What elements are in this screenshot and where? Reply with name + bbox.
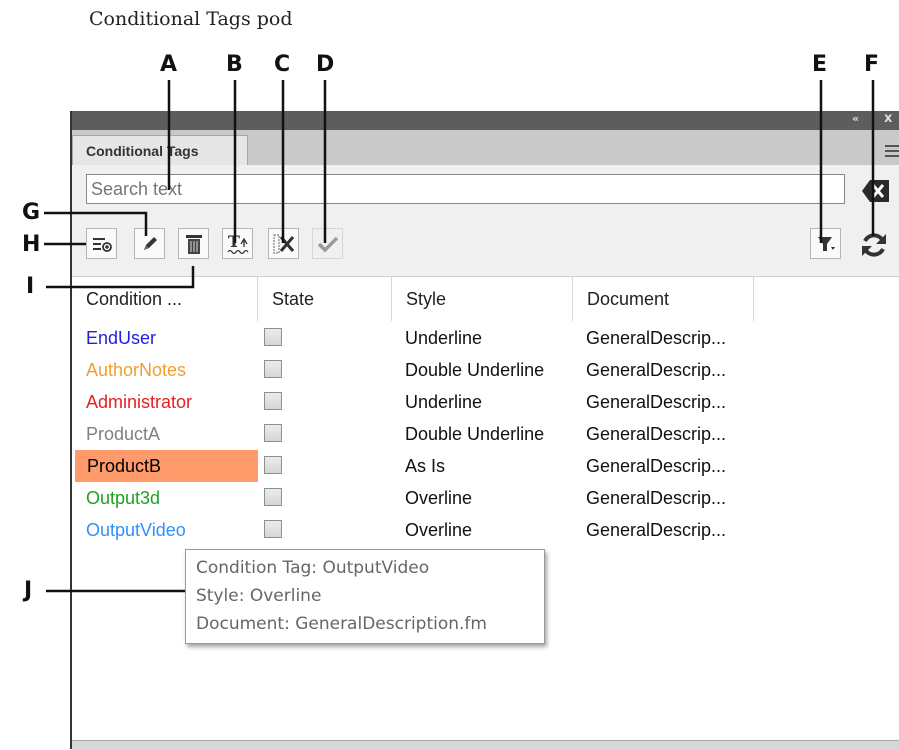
document-value: GeneralDescrip... bbox=[586, 360, 727, 380]
new-tag-button[interactable] bbox=[86, 228, 117, 259]
apply-style-icon: T bbox=[226, 232, 249, 254]
delete-tag-button[interactable] bbox=[178, 228, 209, 259]
panel-titlebar[interactable]: « x bbox=[72, 111, 899, 130]
filter-icon bbox=[817, 236, 835, 251]
column-header-state[interactable]: State bbox=[258, 277, 392, 321]
new-tag-icon bbox=[92, 237, 112, 252]
callout-j: J bbox=[24, 578, 33, 603]
document-value: GeneralDescrip... bbox=[586, 328, 727, 348]
tooltip-condition-tag: Condition Tag: OutputVideo bbox=[196, 558, 430, 578]
callout-f: F bbox=[864, 52, 880, 77]
panel-menu-icon[interactable] bbox=[885, 142, 899, 157]
state-checkbox[interactable] bbox=[264, 520, 282, 538]
condition-name[interactable]: ProductB bbox=[75, 450, 258, 482]
document-value: GeneralDescrip... bbox=[586, 392, 727, 412]
clear-search-button[interactable] bbox=[858, 177, 891, 205]
callout-h: H bbox=[22, 232, 41, 257]
condition-name[interactable]: ProductA bbox=[86, 418, 160, 450]
callout-g: G bbox=[22, 200, 41, 225]
style-value: Overline bbox=[405, 488, 473, 508]
apply-check-icon bbox=[317, 236, 338, 252]
style-value: Double Underline bbox=[405, 424, 545, 444]
tooltip-style: Style: Overline bbox=[196, 586, 322, 606]
style-value: Overline bbox=[405, 520, 473, 540]
condition-tooltip: Condition Tag: OutputVideo Style: Overli… bbox=[185, 549, 545, 644]
style-value: Underline bbox=[405, 328, 483, 348]
callout-e: E bbox=[812, 52, 828, 77]
close-panel-icon[interactable]: x bbox=[884, 111, 892, 126]
apply-style-button[interactable]: T bbox=[222, 228, 253, 259]
refresh-button[interactable] bbox=[857, 228, 890, 261]
callout-i: I bbox=[26, 274, 35, 299]
callout-b: B bbox=[226, 52, 243, 77]
condition-name[interactable]: AuthorNotes bbox=[86, 354, 186, 386]
state-checkbox[interactable] bbox=[264, 424, 282, 442]
remove-tag-button[interactable] bbox=[268, 228, 299, 259]
filter-button[interactable] bbox=[810, 228, 841, 259]
condition-name[interactable]: OutputVideo bbox=[86, 514, 186, 546]
edit-pencil-icon bbox=[143, 236, 157, 250]
collapse-panel-icon[interactable]: « bbox=[852, 112, 859, 125]
state-checkbox[interactable] bbox=[264, 488, 282, 506]
table-row-selected[interactable]: ProductB As Is GeneralDescrip... bbox=[72, 450, 899, 482]
callout-d: D bbox=[316, 52, 335, 77]
delete-trash-icon bbox=[185, 234, 202, 254]
refresh-icon bbox=[861, 232, 886, 257]
table-row[interactable]: ProductA Double Underline GeneralDescrip… bbox=[72, 418, 899, 450]
document-value: GeneralDescrip... bbox=[586, 488, 727, 508]
panel-tab-strip: Conditional Tags bbox=[72, 130, 899, 166]
state-checkbox[interactable] bbox=[264, 328, 282, 346]
condition-name[interactable]: Output3d bbox=[86, 482, 160, 514]
callout-c: C bbox=[274, 52, 291, 77]
state-checkbox[interactable] bbox=[264, 392, 282, 410]
document-value: GeneralDescrip... bbox=[586, 520, 727, 540]
state-checkbox[interactable] bbox=[264, 456, 282, 474]
condition-name[interactable]: Administrator bbox=[86, 386, 192, 418]
style-value: Double Underline bbox=[405, 360, 545, 380]
table-row[interactable]: EndUser Underline GeneralDescrip... bbox=[72, 322, 899, 354]
column-header-document[interactable]: Document bbox=[573, 277, 754, 321]
style-value: As Is bbox=[405, 456, 446, 476]
callout-a: A bbox=[160, 52, 178, 77]
table-row[interactable]: OutputVideo Overline GeneralDescrip... bbox=[72, 514, 899, 546]
figure-caption: Conditional Tags pod bbox=[89, 8, 293, 30]
apply-check-button[interactable] bbox=[312, 228, 343, 259]
edit-tag-button[interactable] bbox=[134, 228, 165, 259]
table-row[interactable]: Output3d Overline GeneralDescrip... bbox=[72, 482, 899, 514]
document-value: GeneralDescrip... bbox=[586, 456, 727, 476]
condition-name[interactable]: EndUser bbox=[86, 322, 156, 354]
search-input[interactable] bbox=[86, 174, 845, 204]
column-header-style[interactable]: Style bbox=[392, 277, 573, 321]
conditional-tags-table: Condition ... State Style Document EndUs… bbox=[72, 276, 899, 750]
remove-tag-icon bbox=[273, 234, 294, 253]
conditional-tags-panel: « x Conditional Tags Search text T Condi… bbox=[70, 111, 899, 750]
column-header-condition[interactable]: Condition ... bbox=[72, 277, 258, 321]
clear-search-icon bbox=[862, 180, 889, 202]
tooltip-document: Document: GeneralDescription.fm bbox=[196, 614, 487, 634]
document-value: GeneralDescrip... bbox=[586, 424, 727, 444]
style-value: Underline bbox=[405, 392, 483, 412]
state-checkbox[interactable] bbox=[264, 360, 282, 378]
panel-body: T bbox=[72, 165, 899, 750]
svg-text:T: T bbox=[228, 232, 240, 251]
table-row[interactable]: Administrator Underline GeneralDescrip..… bbox=[72, 386, 899, 418]
table-row[interactable]: AuthorNotes Double Underline GeneralDesc… bbox=[72, 354, 899, 386]
tab-conditional-tags[interactable]: Conditional Tags bbox=[72, 135, 248, 165]
